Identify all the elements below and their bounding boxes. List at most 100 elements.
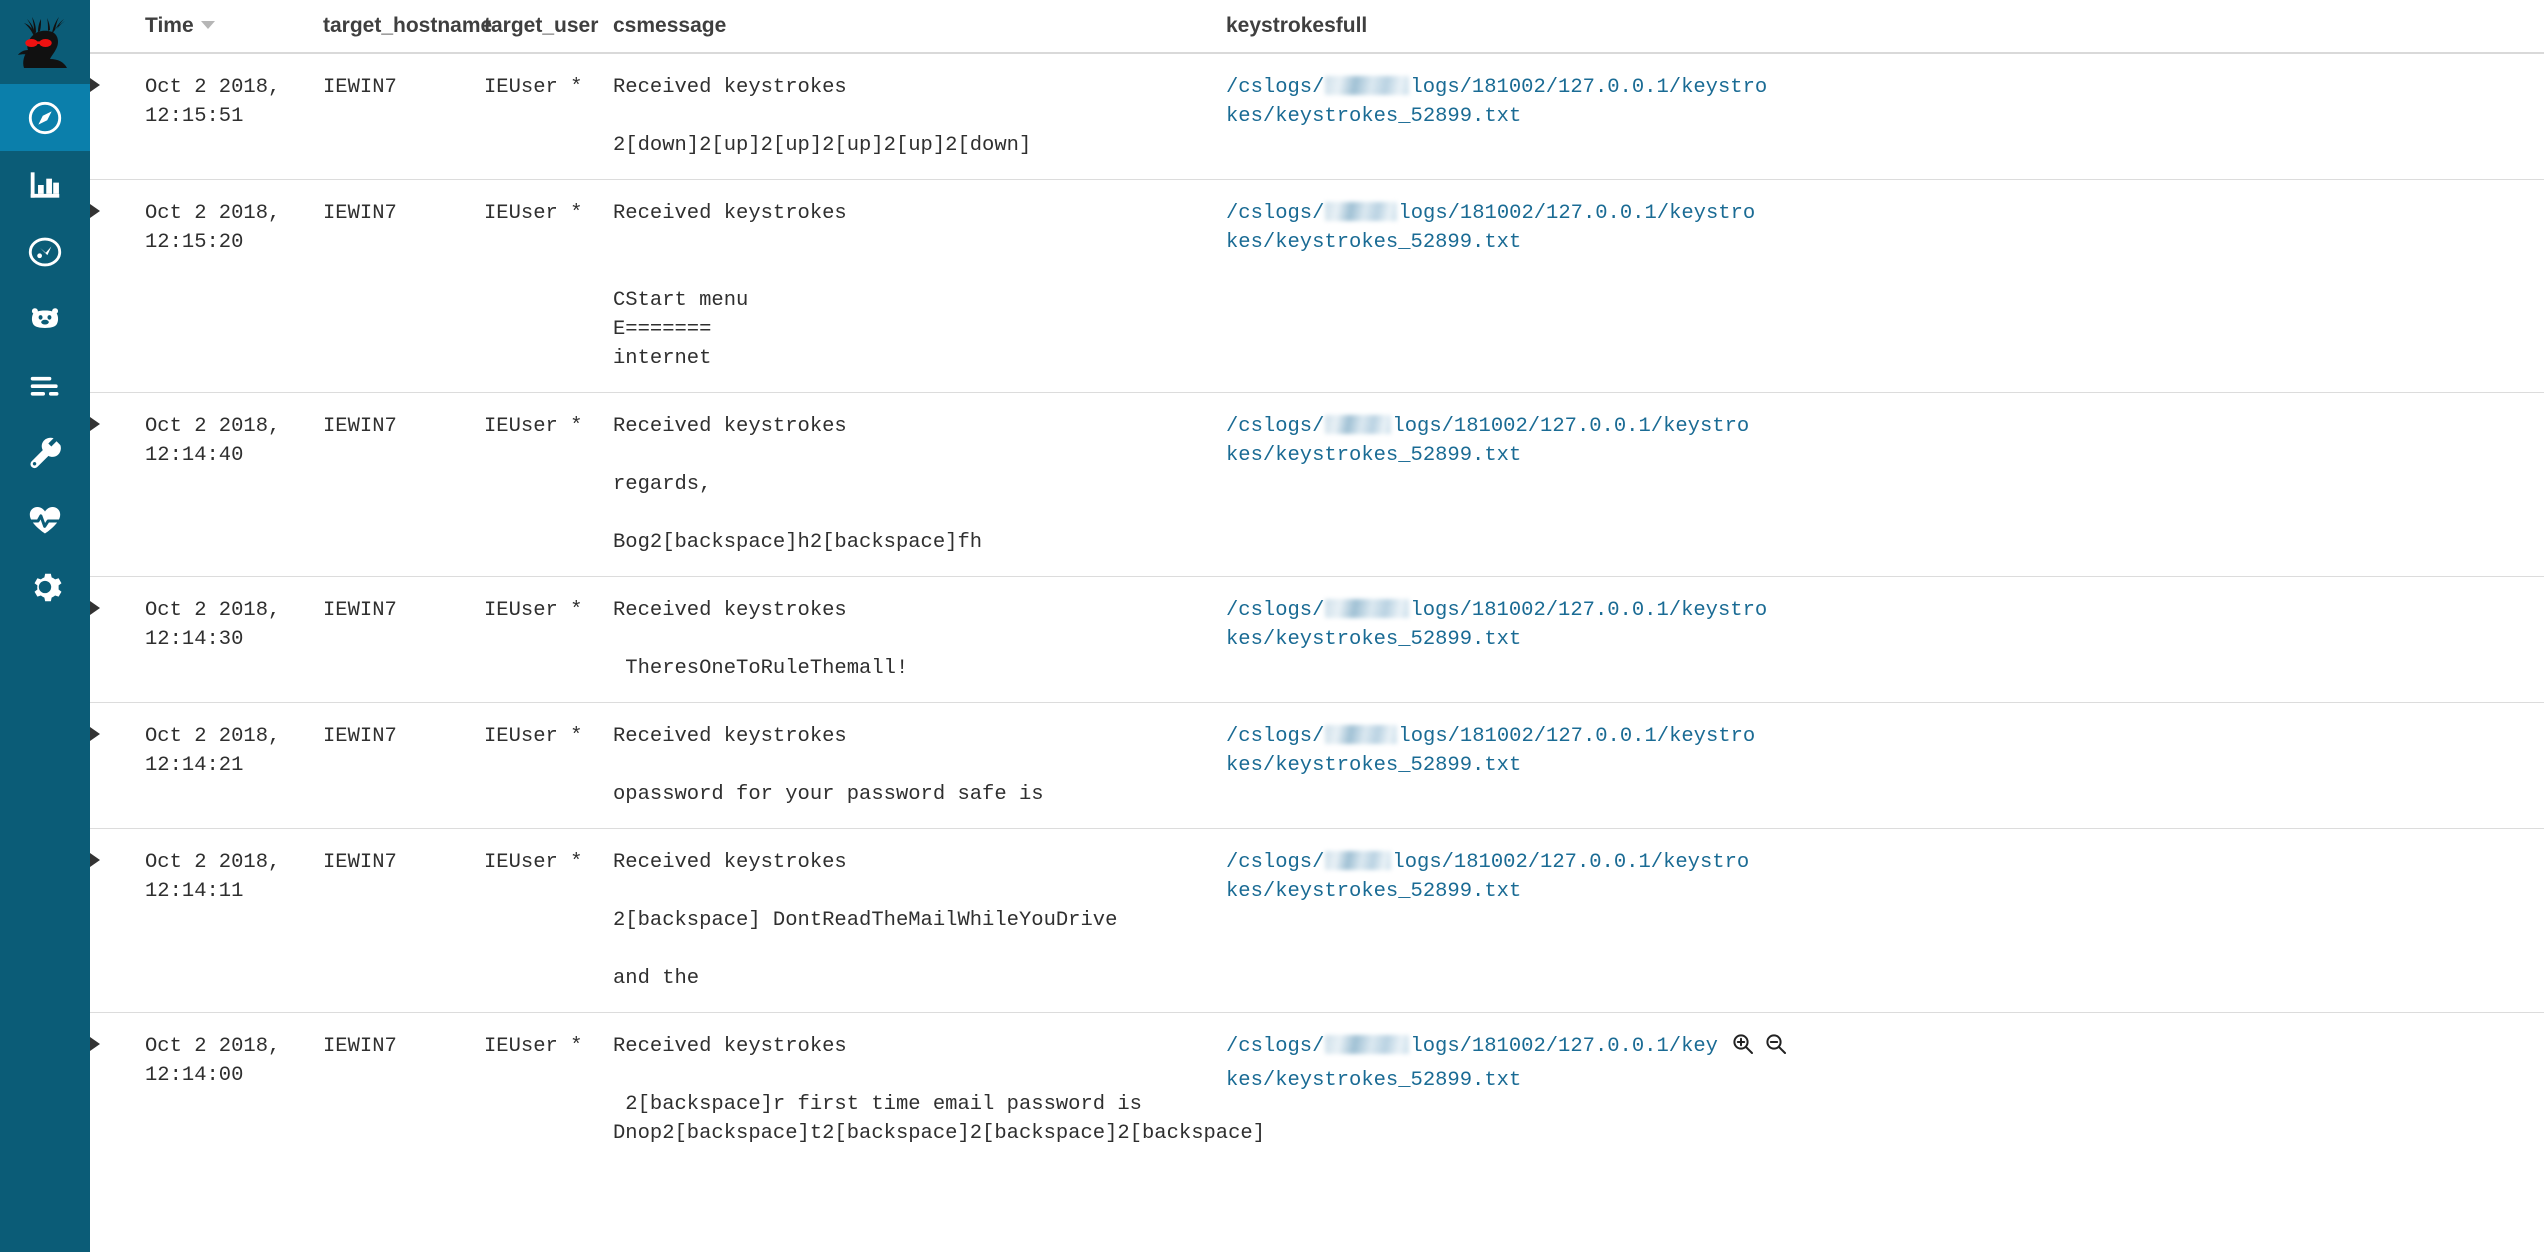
cell-csmessage: Received keystrokes 2[backspace]r first … [613, 1013, 1266, 1168]
column-header-time-label: Time [145, 14, 194, 37]
expand-row-caret-icon[interactable] [90, 78, 100, 92]
csmessage-blank-line [613, 751, 1226, 780]
csmessage-line: Received keystrokes [613, 851, 847, 874]
file-path-line2: kes/keystrokes_52899.txt [1226, 105, 1522, 128]
cell-keystrokesfull: /cslogs/logs/181002/127.0.0.1/keystro kes… [1226, 53, 2544, 180]
timeline-icon [26, 367, 64, 405]
expand-row-caret-icon[interactable] [90, 417, 100, 431]
table-row[interactable]: Oct 2 2018, 12:14:11 IEWIN7 IEUser * Receiv… [90, 828, 2544, 1013]
expand-row-cell[interactable] [90, 392, 145, 577]
expand-row-cell[interactable] [90, 1013, 145, 1168]
keystrokes-file-link[interactable]: /cslogs/logs/181002/127.0.0.1/key kes/key… [1226, 1032, 1788, 1092]
expand-row-caret-icon[interactable] [90, 1037, 100, 1051]
table-header: Time target_hostname target_user csmessa… [90, 0, 2544, 54]
keystrokes-file-link[interactable]: /cslogs/logs/181002/127.0.0.1/keystro kes… [1226, 599, 1767, 651]
table-row[interactable]: Oct 2 2018, 12:15:20 IEWIN7 IEUser * Receiv… [90, 179, 2544, 393]
keystrokes-file-link[interactable]: /cslogs/logs/181002/127.0.0.1/keystro kes… [1226, 725, 1755, 777]
csmessage-line: Dnop2[backspace]t2[backspace]2[backspace… [613, 1122, 1266, 1145]
sidebar-item-monitoring[interactable] [0, 486, 90, 553]
wrench-icon [26, 434, 64, 472]
table-row[interactable]: Oct 2 2018, 12:14:21 IEWIN7 IEUser * Receiv… [90, 702, 2544, 829]
expand-row-cell[interactable] [90, 53, 145, 180]
column-header-target-user-label: target_user [484, 14, 599, 37]
sidebar-item-discover[interactable] [0, 84, 90, 151]
cell-target-hostname: IEWIN7 [323, 576, 484, 703]
cell-csmessage: Received keystrokes TheresOneToRuleThema… [613, 576, 1226, 703]
file-path-line2: kes/keystrokes_52899.txt [1226, 1069, 1522, 1092]
cell-time: Oct 2 2018, 12:14:40 [145, 392, 323, 577]
sidebar-item-timeline[interactable] [0, 352, 90, 419]
sidebar-item-visualize[interactable] [0, 151, 90, 218]
sidebar-item-management[interactable] [0, 553, 90, 620]
redacted-path-segment [1325, 599, 1410, 618]
file-path-line1: logs/181002/127.0.0.1/keystro [1410, 599, 1768, 622]
keystrokes-file-link[interactable]: /cslogs/logs/181002/127.0.0.1/keystro kes… [1226, 415, 1749, 467]
cell-csmessage: Received keystrokes CStart menu E======= in… [613, 179, 1226, 393]
table-row[interactable]: Oct 2 2018, 12:14:30 IEWIN7 IEUser * Receiv… [90, 576, 2544, 703]
cell-target-hostname: IEWIN7 [323, 392, 484, 577]
csmessage-blank-line [613, 499, 1226, 528]
compass-icon [26, 99, 64, 137]
column-header-csmessage[interactable]: csmessage [613, 0, 1226, 54]
cell-target-user: IEUser * [484, 702, 613, 829]
cell-keystrokesfull: /cslogs/logs/181002/127.0.0.1/keystro kes… [1226, 576, 2544, 703]
keystrokes-file-link[interactable]: /cslogs/logs/181002/127.0.0.1/keystro kes… [1226, 76, 1767, 128]
csmessage-line: CStart menu [613, 289, 749, 312]
expand-row-caret-icon[interactable] [90, 601, 100, 615]
zoom-in-filter-icon[interactable] [1731, 1032, 1755, 1056]
csmessage-line: regards, [613, 473, 712, 496]
column-header-target-hostname[interactable]: target_hostname [323, 0, 492, 54]
elk-head-logo[interactable] [0, 0, 90, 84]
csmessage-line: Received keystrokes [613, 725, 847, 748]
expand-row-caret-icon[interactable] [90, 853, 100, 867]
expand-row-cell[interactable] [90, 179, 145, 393]
table-header-row: Time target_hostname target_user csmessa… [90, 0, 2544, 54]
keystrokes-file-link[interactable]: /cslogs/logs/181002/127.0.0.1/keystro kes… [1226, 851, 1749, 903]
cell-time: Oct 2 2018, 12:15:20 [145, 179, 323, 393]
table-row[interactable]: Oct 2 2018, 12:14:40 IEWIN7 IEUser * Receiv… [90, 392, 2544, 577]
csmessage-blank-line [613, 102, 1226, 131]
filter-icon-group [1722, 1032, 1788, 1066]
column-header-time[interactable]: Time [145, 0, 323, 54]
expand-row-cell[interactable] [90, 828, 145, 1013]
file-path-line1: logs/181002/127.0.0.1/keystro [1398, 202, 1756, 225]
redacted-path-segment [1325, 76, 1410, 95]
sidebar-item-dev-tools[interactable] [0, 419, 90, 486]
sidebar-item-dashboard[interactable] [0, 218, 90, 285]
csmessage-line: and the [613, 967, 700, 990]
csmessage-blank-line [613, 257, 1226, 286]
expand-row-cell[interactable] [90, 576, 145, 703]
keystrokes-file-link[interactable]: /cslogs/logs/181002/127.0.0.1/keystro kes… [1226, 202, 1755, 254]
bar-chart-icon [26, 166, 64, 204]
table-row[interactable]: Oct 2 2018, 12:15:51 IEWIN7 IEUser * Receiv… [90, 53, 2544, 180]
csmessage-line: 2[backspace]r first time email password … [613, 1093, 1142, 1116]
app-root: Time target_hostname target_user csmessa… [0, 0, 2544, 1252]
dashboard-icon [26, 233, 64, 271]
expand-row-cell[interactable] [90, 702, 145, 829]
cell-target-hostname: IEWIN7 [323, 53, 484, 180]
file-path-line1: logs/181002/127.0.0.1/keystro [1398, 725, 1756, 748]
file-path-line2: kes/keystrokes_52899.txt [1226, 754, 1522, 777]
expand-row-caret-icon[interactable] [90, 727, 100, 741]
redacted-path-segment [1325, 851, 1392, 870]
sidebar [0, 0, 90, 1252]
cell-keystrokesfull: /cslogs/logs/181002/127.0.0.1/keystro kes… [1226, 702, 2544, 829]
sidebar-item-timelion[interactable] [0, 285, 90, 352]
file-path-prefix: /cslogs/ [1226, 76, 1325, 99]
csmessage-blank-line [613, 877, 1226, 906]
file-path-line1: logs/181002/127.0.0.1/keystro [1392, 415, 1750, 438]
zoom-out-filter-icon[interactable] [1764, 1032, 1788, 1056]
expand-row-caret-icon[interactable] [90, 204, 100, 218]
csmessage-line: Received keystrokes [613, 1035, 847, 1058]
table-body: Oct 2 2018, 12:15:51 IEWIN7 IEUser * Receiv… [90, 53, 2544, 1167]
column-header-keystrokesfull[interactable]: keystrokesfull [1226, 0, 2544, 54]
sort-descending-caret-icon[interactable] [200, 21, 215, 29]
column-header-target-user[interactable]: target_user [484, 0, 613, 54]
gear-icon [26, 568, 64, 606]
table-row[interactable]: Oct 2 2018, 12:14:00 IEWIN7 IEUser * Receiv… [90, 1013, 2544, 1168]
csmessage-blank-line [613, 935, 1226, 964]
cell-target-hostname: IEWIN7 [323, 179, 484, 393]
csmessage-blank-line [613, 625, 1226, 654]
csmessage-blank-line [613, 1061, 1226, 1090]
file-path-prefix: /cslogs/ [1226, 725, 1325, 748]
